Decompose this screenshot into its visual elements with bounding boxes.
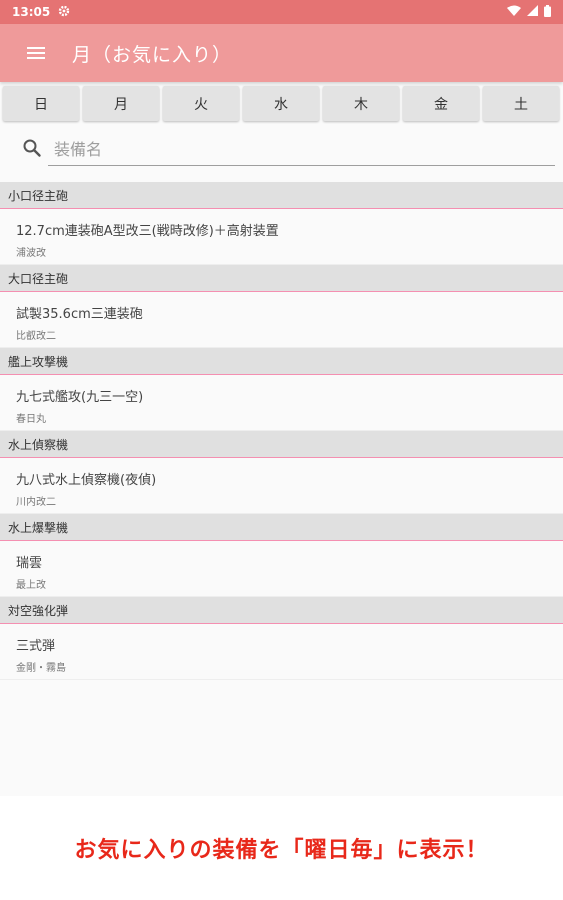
ship-name: 浦波改 [16,248,46,259]
tab-friday[interactable]: 金 [403,86,479,121]
list-item[interactable]: 瑞雲 最上改 [0,541,563,597]
signal-icon [527,5,538,19]
battery-icon [544,4,551,20]
search-input[interactable] [48,134,555,166]
equipment-name: 九七式艦攻(九三一空) [16,390,144,405]
tab-monday[interactable]: 月 [83,86,159,121]
phone-screen: 13:05 月（お気に入り） 日 月 火 水 木 金 土 装備名 小口径主砲 1… [0,0,563,796]
section-header: 小口径主砲 [0,182,563,209]
status-time: 13:05 [12,5,51,19]
list-item[interactable]: 三式弾 金剛・霧島 [0,624,563,680]
ship-name: 春日丸 [16,414,46,425]
tab-sunday[interactable]: 日 [3,86,79,121]
tab-wednesday[interactable]: 水 [243,86,319,121]
list-item[interactable]: 12.7cm連装砲A型改三(戦時改修)＋高射装置 浦波改 [0,209,563,265]
section-header: 対空強化弾 [0,597,563,624]
section-header: 大口径主砲 [0,265,563,292]
equipment-name: 九八式水上偵察機(夜偵) [16,473,157,488]
hamburger-menu-icon[interactable] [0,24,72,82]
tab-saturday[interactable]: 土 [483,86,559,121]
ship-name: 川内改二 [16,497,56,508]
equipment-name: 12.7cm連装砲A型改三(戦時改修)＋高射装置 [16,224,279,239]
status-bar: 13:05 [0,0,563,24]
section-header: 艦上攻撃機 [0,348,563,375]
page-title: 月（お気に入り） [72,43,233,66]
weekday-tabs: 日 月 火 水 木 金 土 [0,82,563,122]
list-item[interactable]: 九八式水上偵察機(夜偵) 川内改二 [0,458,563,514]
settings-gear-icon [58,5,70,20]
search-icon [22,138,42,162]
ship-name: 金剛・霧島 [16,663,66,674]
equipment-name: 瑞雲 [16,556,43,571]
list-item[interactable]: 試製35.6cm三連装砲 比叡改二 [0,292,563,348]
equipment-list: 小口径主砲 12.7cm連装砲A型改三(戦時改修)＋高射装置 浦波改 大口径主砲… [0,182,563,680]
app-bar: 月（お気に入り） [0,24,563,82]
tab-tuesday[interactable]: 火 [163,86,239,121]
wifi-icon [507,5,521,19]
section-header: 水上爆撃機 [0,514,563,541]
ship-name: 比叡改二 [16,331,56,342]
equipment-name: 三式弾 [16,639,56,654]
equipment-name: 試製35.6cm三連装砲 [16,307,143,322]
promo-caption: お気に入りの装備を「曜日毎」に表示！ [0,796,563,900]
section-header: 水上偵察機 [0,431,563,458]
list-item[interactable]: 九七式艦攻(九三一空) 春日丸 [0,375,563,431]
tab-thursday[interactable]: 木 [323,86,399,121]
search-bar [0,126,563,182]
ship-name: 最上改 [16,580,46,591]
